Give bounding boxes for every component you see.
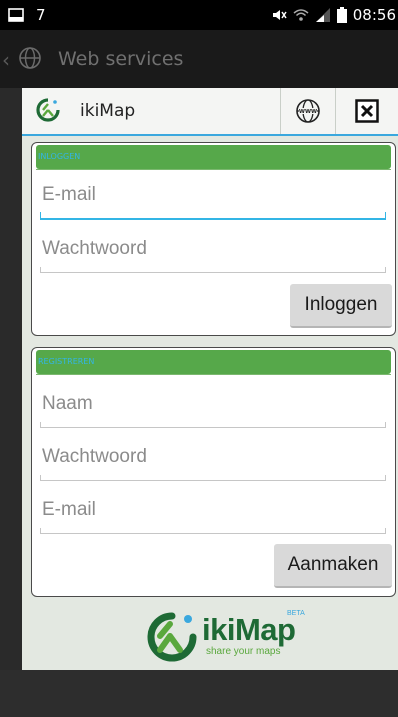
field-tick — [385, 267, 386, 272]
mute-icon — [272, 10, 287, 20]
login-button[interactable]: Inloggen — [290, 284, 392, 328]
register-name-placeholder: Naam — [42, 393, 93, 414]
signal-icon — [315, 8, 330, 22]
dialog-title: ikiMap — [80, 101, 136, 121]
field-tick — [40, 475, 41, 480]
ikimap-brand-logo: ikiMap BETA share your maps — [144, 610, 305, 662]
login-password-field[interactable]: Wachtwoord — [40, 230, 386, 273]
register-password-placeholder: Wachtwoord — [42, 446, 147, 467]
wifi-icon — [293, 9, 309, 21]
login-section-label: INLOGGEN — [36, 145, 391, 169]
dimmed-background — [0, 670, 398, 717]
action-bar-title: Web services — [58, 48, 184, 70]
back-chevron-icon[interactable]: ‹ — [2, 48, 10, 72]
section-label-underline — [36, 374, 391, 375]
status-bar-left: 7 — [8, 6, 46, 24]
field-tick — [40, 267, 41, 272]
close-icon — [355, 99, 379, 123]
battery-icon — [336, 7, 347, 23]
field-tick — [385, 212, 386, 218]
status-left-text: 7 — [36, 6, 46, 24]
status-time: 08:56 — [352, 6, 396, 24]
register-section: REGISTREREN Naam Wachtwoord E-mail Aanma… — [31, 347, 396, 597]
brand-tagline: share your maps — [206, 646, 281, 657]
status-bar-right: 08:56 — [271, 6, 396, 24]
field-tick — [385, 528, 386, 533]
www-button[interactable]: WWW — [281, 88, 335, 134]
field-tick — [385, 422, 386, 427]
svg-text:WWW: WWW — [299, 109, 317, 115]
brand-name: ikiMap — [202, 612, 296, 647]
field-tick — [40, 212, 41, 218]
create-account-button[interactable]: Aanmaken — [274, 544, 392, 588]
dialog-header: ikiMap WWW — [22, 88, 398, 136]
register-password-field[interactable]: Wachtwoord — [40, 438, 386, 481]
field-tick — [40, 422, 41, 427]
status-bar: 7 08:56 — [0, 0, 398, 30]
globe-icon — [19, 47, 41, 69]
action-bar: ‹ Web services — [0, 30, 398, 88]
login-email-field[interactable]: E-mail — [40, 176, 386, 220]
login-password-placeholder: Wachtwoord — [42, 238, 147, 259]
field-tick — [40, 528, 41, 533]
ikimap-logo-icon — [36, 98, 60, 122]
www-globe-icon: WWW — [296, 99, 320, 123]
register-name-field[interactable]: Naam — [40, 385, 386, 428]
register-section-label: REGISTREREN — [36, 350, 391, 374]
brand-beta-badge: BETA — [287, 610, 305, 617]
login-section: INLOGGEN E-mail Wachtwoord Inloggen — [31, 142, 396, 336]
ikimap-brand-icon — [147, 612, 197, 662]
screenshot-icon — [8, 8, 24, 22]
login-email-placeholder: E-mail — [42, 184, 96, 205]
section-label-underline — [36, 169, 391, 170]
field-tick — [385, 475, 386, 480]
register-email-placeholder: E-mail — [42, 499, 96, 520]
register-email-field[interactable]: E-mail — [40, 491, 386, 534]
close-button[interactable] — [336, 88, 398, 134]
ikimap-dialog: ikiMap WWW INLOGGEN E-mail Wachtwoord In… — [22, 88, 398, 670]
